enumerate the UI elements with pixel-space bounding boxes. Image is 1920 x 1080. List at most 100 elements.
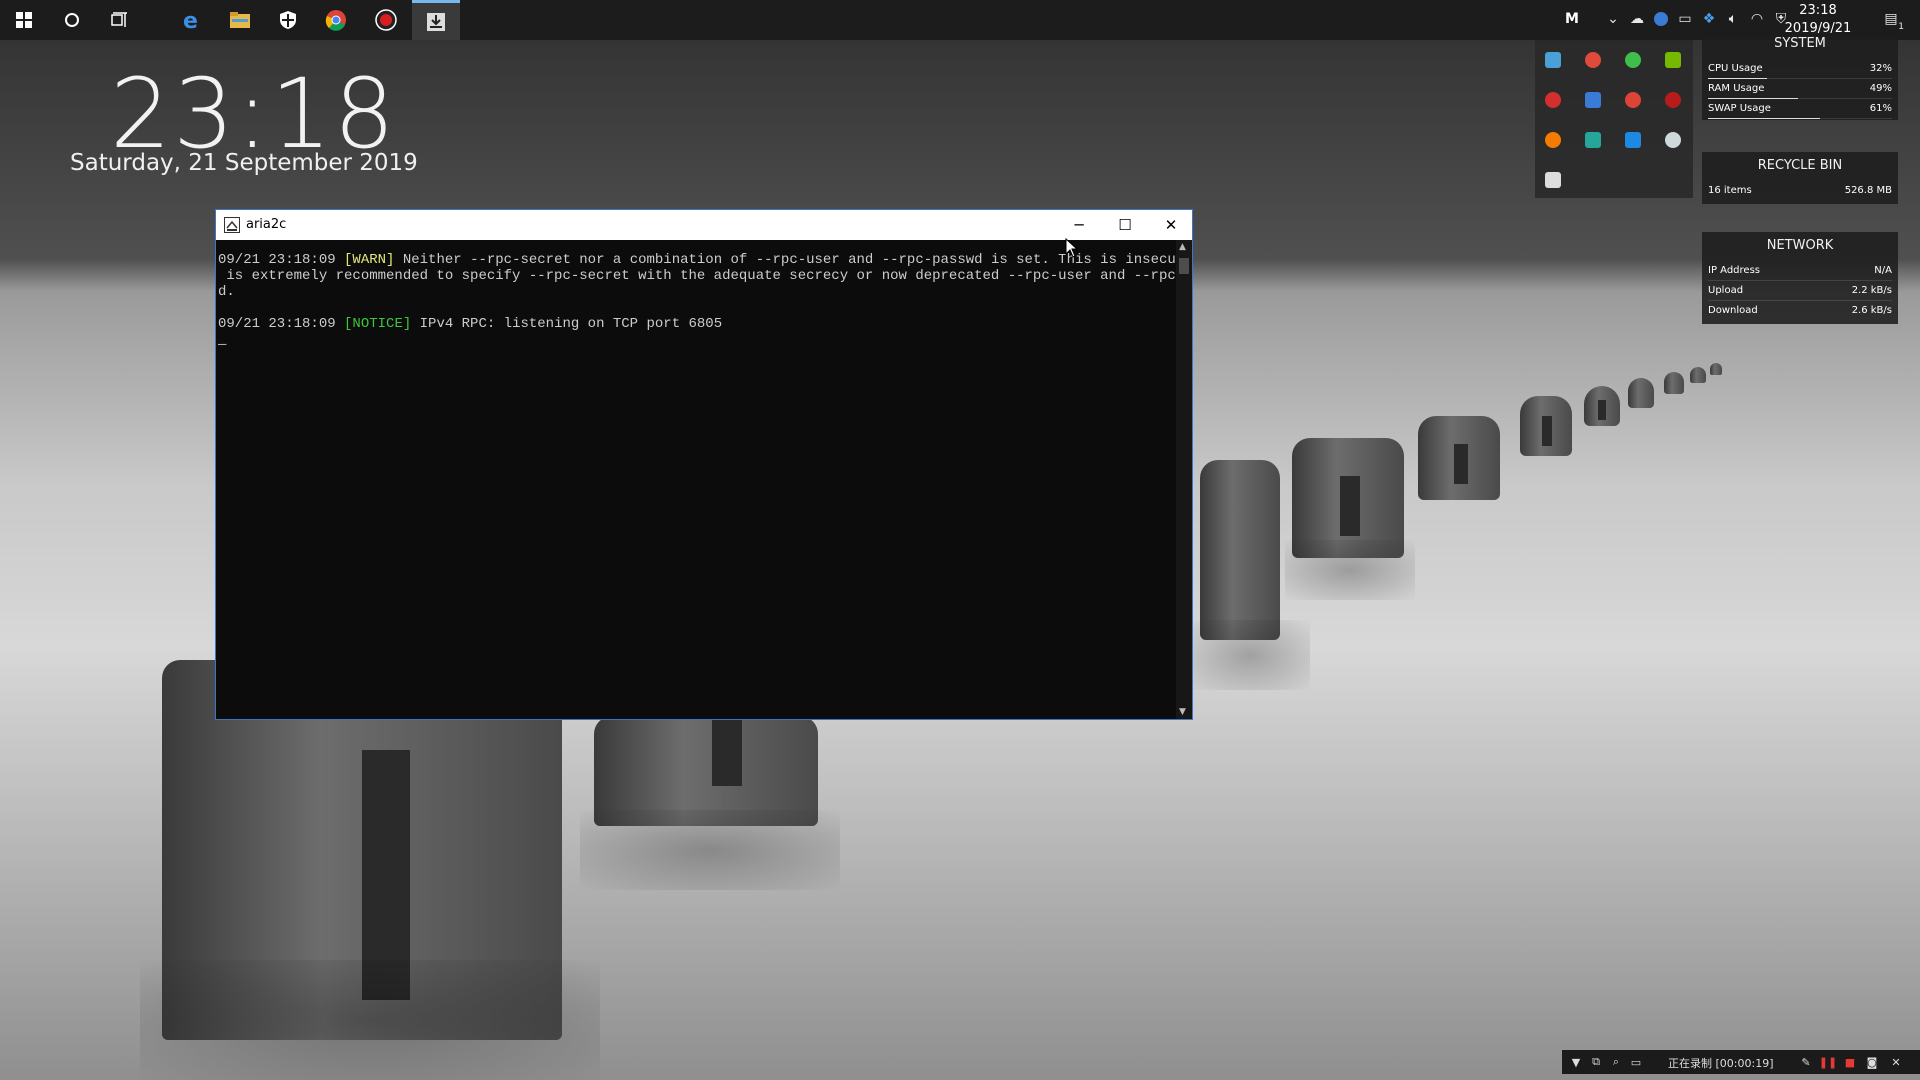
maximize-icon: ☐	[1118, 216, 1132, 234]
pillar-decoration	[1628, 378, 1654, 408]
pillar-decoration	[1584, 386, 1620, 426]
task-view-button[interactable]	[96, 0, 144, 40]
ip-address-value: N/A	[1874, 265, 1892, 276]
close-icon: ✕	[1164, 216, 1178, 234]
cloud-icon[interactable]: ☁	[1628, 10, 1646, 28]
recycle-bin-title: RECYCLE BIN	[1757, 158, 1843, 173]
search-button[interactable]	[48, 0, 96, 40]
pillar-decoration	[1710, 363, 1722, 375]
ram-usage-bar	[1708, 98, 1799, 99]
tray-clock[interactable]: 23:18 2019/9/21	[1776, 2, 1860, 38]
aria2c-console-window[interactable]: aria2c ─ ☐ ✕ 09/21 23:18:09 [WARN] Neith…	[215, 209, 1193, 720]
chrome-icon[interactable]	[1625, 92, 1641, 108]
minimize-icon: ─	[1074, 216, 1084, 234]
network-title: NETWORK	[1766, 238, 1834, 253]
download-label: Download	[1708, 305, 1758, 316]
svg-text:e: e	[183, 9, 198, 31]
wifi-icon[interactable]: ◠	[1748, 10, 1766, 28]
log-message: IPv4 RPC: listening on TCP port 6805	[411, 316, 723, 332]
cortana-circle-icon	[65, 13, 79, 27]
blue-app-icon[interactable]	[1652, 10, 1670, 28]
app-shortcut-icon[interactable]	[1625, 132, 1641, 148]
console-cursor: _	[218, 332, 227, 348]
download-tray-icon[interactable]	[1545, 172, 1561, 188]
pillar-reflection	[580, 810, 840, 890]
scrollbar-thumb[interactable]	[1179, 258, 1189, 274]
console-app-icon	[224, 217, 240, 233]
swap-usage-value: 61%	[1869, 103, 1892, 114]
stop-icon[interactable]: ■	[1842, 1053, 1858, 1071]
scroll-up-arrow-icon[interactable]: ▲	[1179, 242, 1186, 252]
file-explorer-button[interactable]	[216, 0, 264, 40]
window-icon[interactable]: ⧉	[1588, 1053, 1604, 1071]
record-icon	[375, 9, 397, 31]
cpu-usage-label: CPU Usage	[1708, 63, 1763, 74]
close-button[interactable]: ✕	[1148, 210, 1194, 240]
console-output[interactable]: 09/21 23:18:09 [WARN] Neither --rpc-secr…	[216, 240, 1176, 719]
drop-icon[interactable]	[1665, 132, 1681, 148]
window-title: aria2c	[246, 217, 287, 232]
system-widget-title: SYSTEM	[1774, 36, 1826, 51]
record-icon[interactable]	[1665, 92, 1681, 108]
log-level-notice: [NOTICE]	[344, 316, 412, 332]
wechat-icon[interactable]	[1625, 52, 1641, 68]
ram-usage-row: RAM Usage 49%	[1708, 80, 1892, 99]
ram-usage-label: RAM Usage	[1708, 83, 1765, 94]
notification-center-icon[interactable]: ▤ 1	[1880, 10, 1904, 32]
pillar-decoration	[1690, 367, 1706, 383]
battery-icon[interactable]: ▭	[1676, 10, 1694, 28]
edge-button[interactable]: e	[168, 0, 216, 40]
scroll-down-arrow-icon[interactable]: ▼	[1179, 707, 1186, 717]
pen-icon[interactable]: ✎	[1798, 1053, 1814, 1071]
security-button[interactable]	[264, 0, 312, 40]
recycle-bin-widget[interactable]: RECYCLE BIN 16 items 526.8 MB	[1702, 152, 1898, 204]
chrome-button[interactable]	[312, 0, 360, 40]
ram-usage-value: 49%	[1869, 83, 1892, 94]
network-widget: NETWORK IP Address N/A Upload 2.2 kB/s D…	[1702, 232, 1898, 324]
app-shortcut-icon[interactable]	[1585, 52, 1601, 68]
search-icon[interactable]	[1545, 132, 1561, 148]
cpu-usage-bar	[1708, 78, 1767, 79]
recycle-bin-row: 16 items 526.8 MB	[1708, 182, 1892, 200]
app-shortcut-icon[interactable]	[1585, 92, 1601, 108]
console-scrollbar[interactable]: ▲ ▼	[1176, 240, 1192, 719]
log-timestamp: 09/21 23:18:09	[218, 316, 336, 332]
windows-logo-icon	[16, 12, 32, 28]
window-titlebar[interactable]: aria2c ─ ☐ ✕	[216, 210, 1192, 240]
zoom-icon[interactable]: ⌕	[1608, 1053, 1624, 1071]
dropbox-icon[interactable]: ❖	[1700, 10, 1718, 28]
shield-icon	[280, 11, 296, 29]
pause-icon[interactable]: ❚❚	[1819, 1053, 1837, 1071]
folder-icon	[230, 12, 250, 28]
pillar-decoration	[1520, 396, 1572, 456]
pillar-reflection	[140, 960, 600, 1080]
cpu-usage-value: 32%	[1869, 63, 1892, 74]
chevron-down-icon[interactable]: ▼	[1568, 1053, 1584, 1071]
swap-usage-bar	[1708, 118, 1821, 119]
swap-usage-row: SWAP Usage 61%	[1708, 100, 1892, 119]
desktop-icon-grid	[1535, 40, 1693, 198]
cpu-usage-row: CPU Usage 32%	[1708, 60, 1892, 79]
maximize-button[interactable]: ☐	[1102, 210, 1148, 240]
volume-icon[interactable]: 🔈︎	[1724, 10, 1742, 28]
recorder-button[interactable]	[362, 0, 410, 40]
minimize-button[interactable]: ─	[1056, 210, 1102, 240]
m-app-icon[interactable]: M	[1563, 10, 1581, 28]
ip-address-label: IP Address	[1708, 265, 1760, 276]
close-icon[interactable]: ✕	[1888, 1053, 1904, 1071]
tray-time: 23:18	[1799, 3, 1837, 18]
region-icon[interactable]: ▭	[1628, 1053, 1644, 1071]
recording-toolbar: ▼ ⧉ ⌕ ▭ 正在录制 [00:00:19] ✎ ❚❚ ■ ◙ ✕	[1562, 1050, 1920, 1074]
aria2c-taskbar-button[interactable]	[412, 0, 460, 40]
log-message: is extremely recommended to specify --rp…	[218, 268, 1176, 284]
pillar-reflection	[1190, 620, 1310, 690]
camera-icon[interactable]: ◙	[1864, 1053, 1880, 1071]
app-shortcut-icon[interactable]	[1545, 92, 1561, 108]
app-shortcut-icon[interactable]	[1545, 52, 1561, 68]
show-hidden-icons-chevron-icon[interactable]: ⌄	[1604, 10, 1622, 28]
start-button[interactable]	[0, 0, 48, 40]
nvidia-icon[interactable]	[1665, 52, 1681, 68]
app-shortcut-icon[interactable]	[1585, 132, 1601, 148]
desktop-clock-date: Saturday, 21 September 2019	[70, 150, 418, 176]
edge-icon: e	[183, 9, 198, 31]
